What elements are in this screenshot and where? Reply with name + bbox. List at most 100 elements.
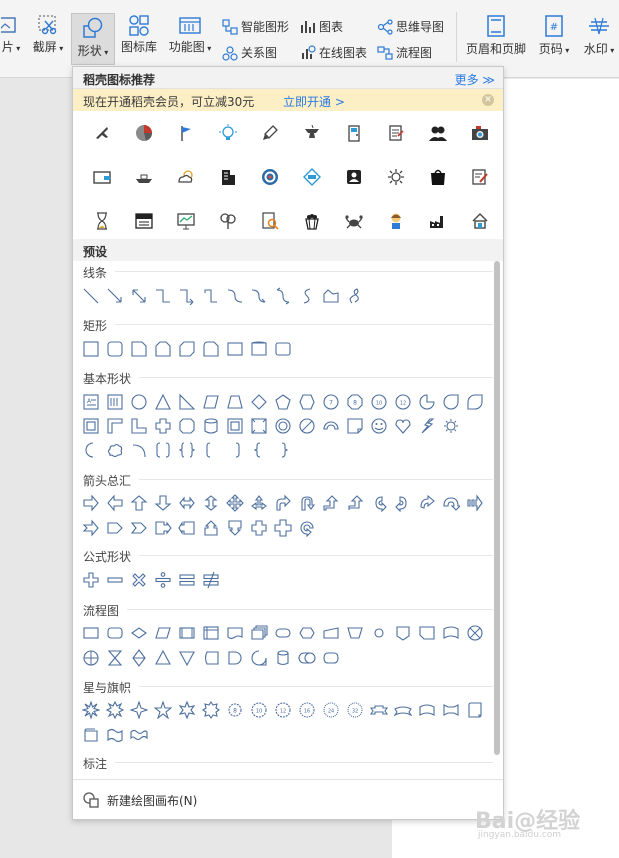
chart-button[interactable]: 图表 <box>300 18 343 35</box>
shape-option[interactable] <box>175 438 199 462</box>
shape-option[interactable] <box>223 390 247 414</box>
shape-option[interactable] <box>271 646 295 670</box>
plane-icon[interactable] <box>81 115 123 151</box>
shape-option[interactable] <box>223 491 247 515</box>
shape-option[interactable] <box>151 390 175 414</box>
relation-chart-button[interactable]: 关系图 <box>222 44 277 61</box>
hourglass-icon[interactable] <box>81 203 123 239</box>
shape-option[interactable] <box>103 284 127 308</box>
shape-option[interactable] <box>439 390 463 414</box>
document-icon[interactable] <box>375 115 417 151</box>
shape-option[interactable] <box>319 414 343 438</box>
flowchart-button[interactable]: 流程图 <box>377 44 432 61</box>
shape-option[interactable] <box>295 284 319 308</box>
shape-option[interactable]: A <box>79 390 103 414</box>
shape-option[interactable] <box>199 646 223 670</box>
shape-option[interactable] <box>271 414 295 438</box>
shape-option[interactable] <box>295 646 319 670</box>
shape-option[interactable] <box>127 621 151 645</box>
shape-option[interactable] <box>199 390 223 414</box>
shape-option[interactable] <box>127 516 151 540</box>
new-canvas-button[interactable]: 新建绘图画布(N) <box>73 779 503 819</box>
edit-icon[interactable] <box>459 159 501 195</box>
building-icon[interactable] <box>207 159 249 195</box>
shape-option[interactable] <box>463 491 487 515</box>
shape-option[interactable] <box>319 621 343 645</box>
shape-option[interactable] <box>103 646 127 670</box>
shape-option[interactable] <box>175 646 199 670</box>
shape-option[interactable] <box>79 568 103 592</box>
shape-option[interactable] <box>223 414 247 438</box>
factory-icon[interactable] <box>417 203 459 239</box>
sale-sign-icon[interactable] <box>123 203 165 239</box>
screenshot-button[interactable]: 截屏 ▾ <box>28 14 68 55</box>
shape-option[interactable] <box>295 621 319 645</box>
shape-option[interactable] <box>199 568 223 592</box>
tree-icon[interactable] <box>207 203 249 239</box>
shape-option[interactable] <box>103 390 127 414</box>
pie-chart-icon[interactable] <box>123 115 165 151</box>
shape-option[interactable]: 7 <box>319 390 343 414</box>
shape-option[interactable] <box>103 621 127 645</box>
shape-option[interactable] <box>103 516 127 540</box>
shape-option[interactable] <box>415 390 439 414</box>
gear-icon[interactable] <box>375 159 417 195</box>
shape-option[interactable] <box>103 438 127 462</box>
shape-option[interactable] <box>271 438 295 462</box>
shape-option[interactable] <box>175 568 199 592</box>
shape-option[interactable]: 32 <box>343 698 367 722</box>
shape-option[interactable] <box>247 414 271 438</box>
shape-option[interactable] <box>151 337 175 361</box>
shape-option[interactable] <box>175 621 199 645</box>
shape-option[interactable] <box>439 698 463 722</box>
shape-option[interactable] <box>151 568 175 592</box>
shape-option[interactable] <box>79 723 103 747</box>
more-link[interactable]: 更多 ≫ <box>455 71 495 88</box>
shape-option[interactable] <box>199 491 223 515</box>
shape-option[interactable] <box>271 516 295 540</box>
icon-library-button[interactable]: 图标库 <box>118 14 160 55</box>
presentation-icon[interactable] <box>165 203 207 239</box>
wallet-icon[interactable] <box>81 159 123 195</box>
weather-icon[interactable] <box>165 159 207 195</box>
shape-option[interactable] <box>127 723 151 747</box>
anvil-icon[interactable] <box>291 115 333 151</box>
shape-option[interactable] <box>199 516 223 540</box>
shape-option[interactable] <box>151 516 175 540</box>
shape-option[interactable] <box>343 621 367 645</box>
shape-option[interactable] <box>127 438 151 462</box>
popcorn-icon[interactable] <box>291 203 333 239</box>
shape-option[interactable] <box>391 414 415 438</box>
girl-icon[interactable] <box>375 203 417 239</box>
shape-option[interactable] <box>199 337 223 361</box>
shape-option[interactable] <box>247 438 271 462</box>
shape-option[interactable] <box>127 414 151 438</box>
bag-icon[interactable] <box>417 159 459 195</box>
shape-option[interactable] <box>319 284 343 308</box>
watermark-button[interactable]: 水印 ▾ <box>580 14 618 57</box>
image-button[interactable]: 片 ▾ <box>0 14 22 55</box>
shape-option[interactable] <box>319 491 343 515</box>
mindmap-button[interactable]: 思维导图 <box>377 18 444 35</box>
shape-option[interactable] <box>439 621 463 645</box>
shape-option[interactable] <box>127 284 151 308</box>
shape-option[interactable] <box>439 491 463 515</box>
shape-option[interactable]: 24 <box>319 698 343 722</box>
shape-option[interactable] <box>79 646 103 670</box>
shape-option[interactable] <box>343 491 367 515</box>
shape-option[interactable] <box>247 516 271 540</box>
shape-option[interactable] <box>199 284 223 308</box>
shape-option[interactable] <box>391 621 415 645</box>
shape-option[interactable] <box>343 414 367 438</box>
shape-option[interactable] <box>271 621 295 645</box>
shape-option[interactable] <box>247 621 271 645</box>
shape-option[interactable] <box>103 698 127 722</box>
shapes-button[interactable]: 形状 ▾ <box>71 13 115 65</box>
shape-option[interactable] <box>247 491 271 515</box>
shape-option[interactable] <box>223 646 247 670</box>
shape-option[interactable] <box>103 491 127 515</box>
shape-option[interactable] <box>367 491 391 515</box>
shape-option[interactable] <box>79 438 103 462</box>
shape-option[interactable] <box>199 698 223 722</box>
shape-option[interactable] <box>175 390 199 414</box>
